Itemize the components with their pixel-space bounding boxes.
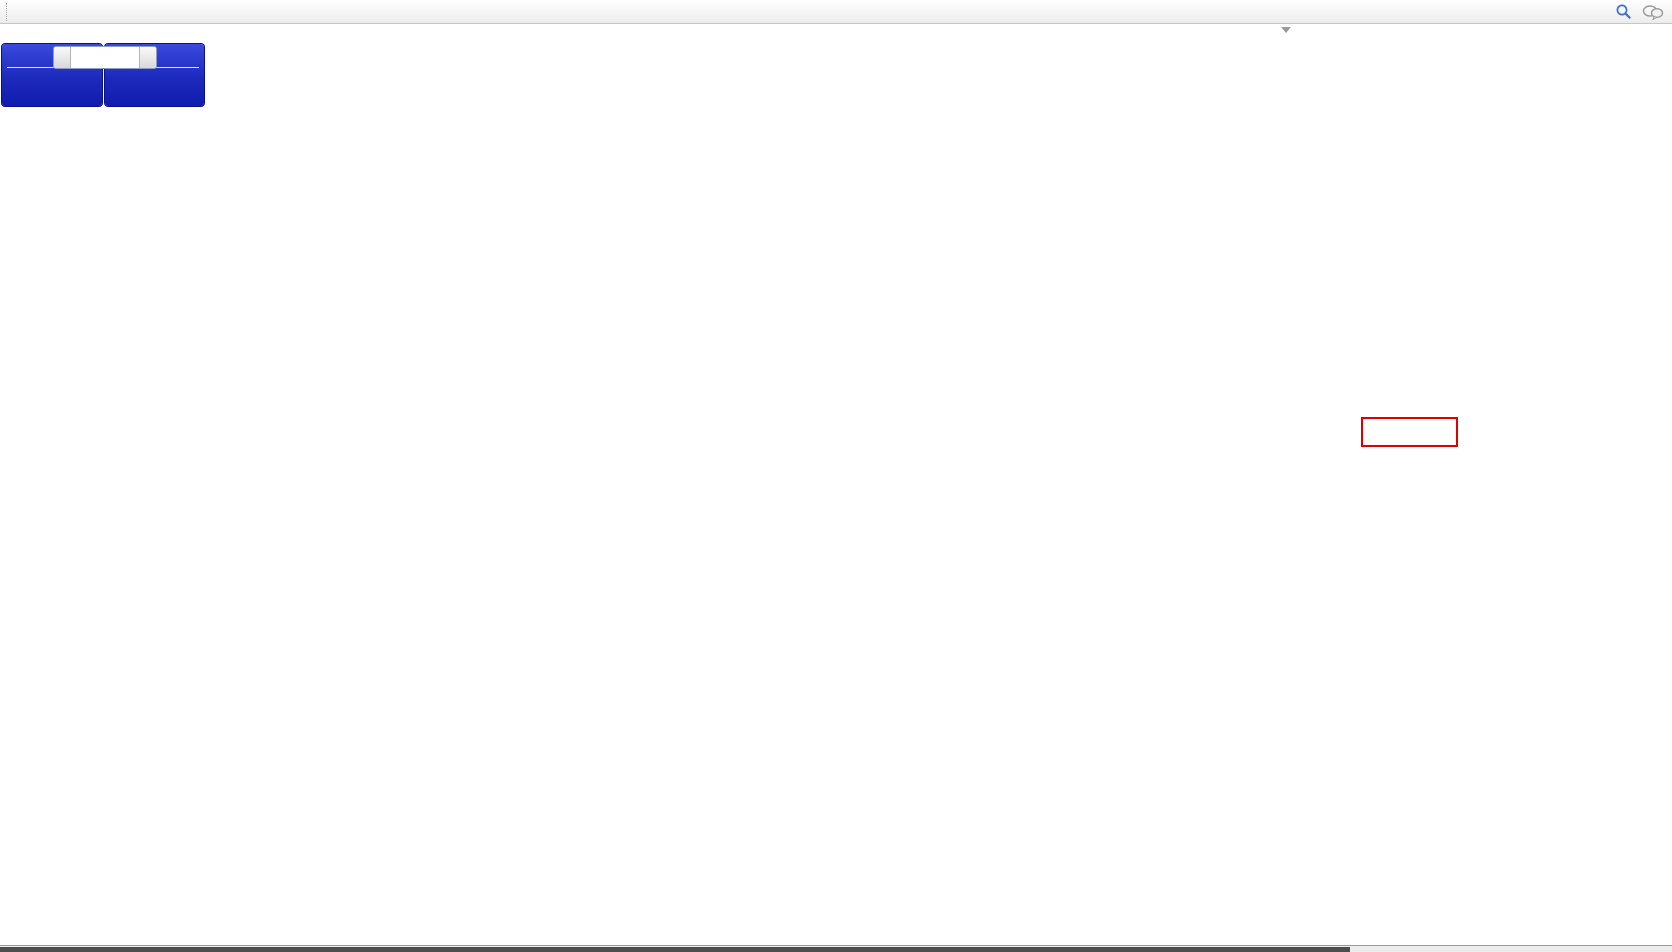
volume-input[interactable] [71,47,139,68]
volume-increase-button[interactable] [139,47,156,68]
toolbar-separator [6,2,8,21]
search-icon[interactable] [1615,3,1632,20]
volume-stepper [53,46,157,69]
toolbar-right [1615,3,1664,20]
chart-canvas[interactable] [0,0,1672,951]
toolbar [0,0,1672,24]
chart-shift-marker-icon[interactable] [1281,27,1291,33]
volume-decrease-button[interactable] [54,47,71,68]
one-click-trading-panel [2,44,204,106]
scrollbar-thumb[interactable] [0,947,1350,952]
chart-header [4,28,16,40]
chat-icon[interactable] [1642,4,1664,20]
price-callout-131433[interactable] [1361,417,1458,447]
